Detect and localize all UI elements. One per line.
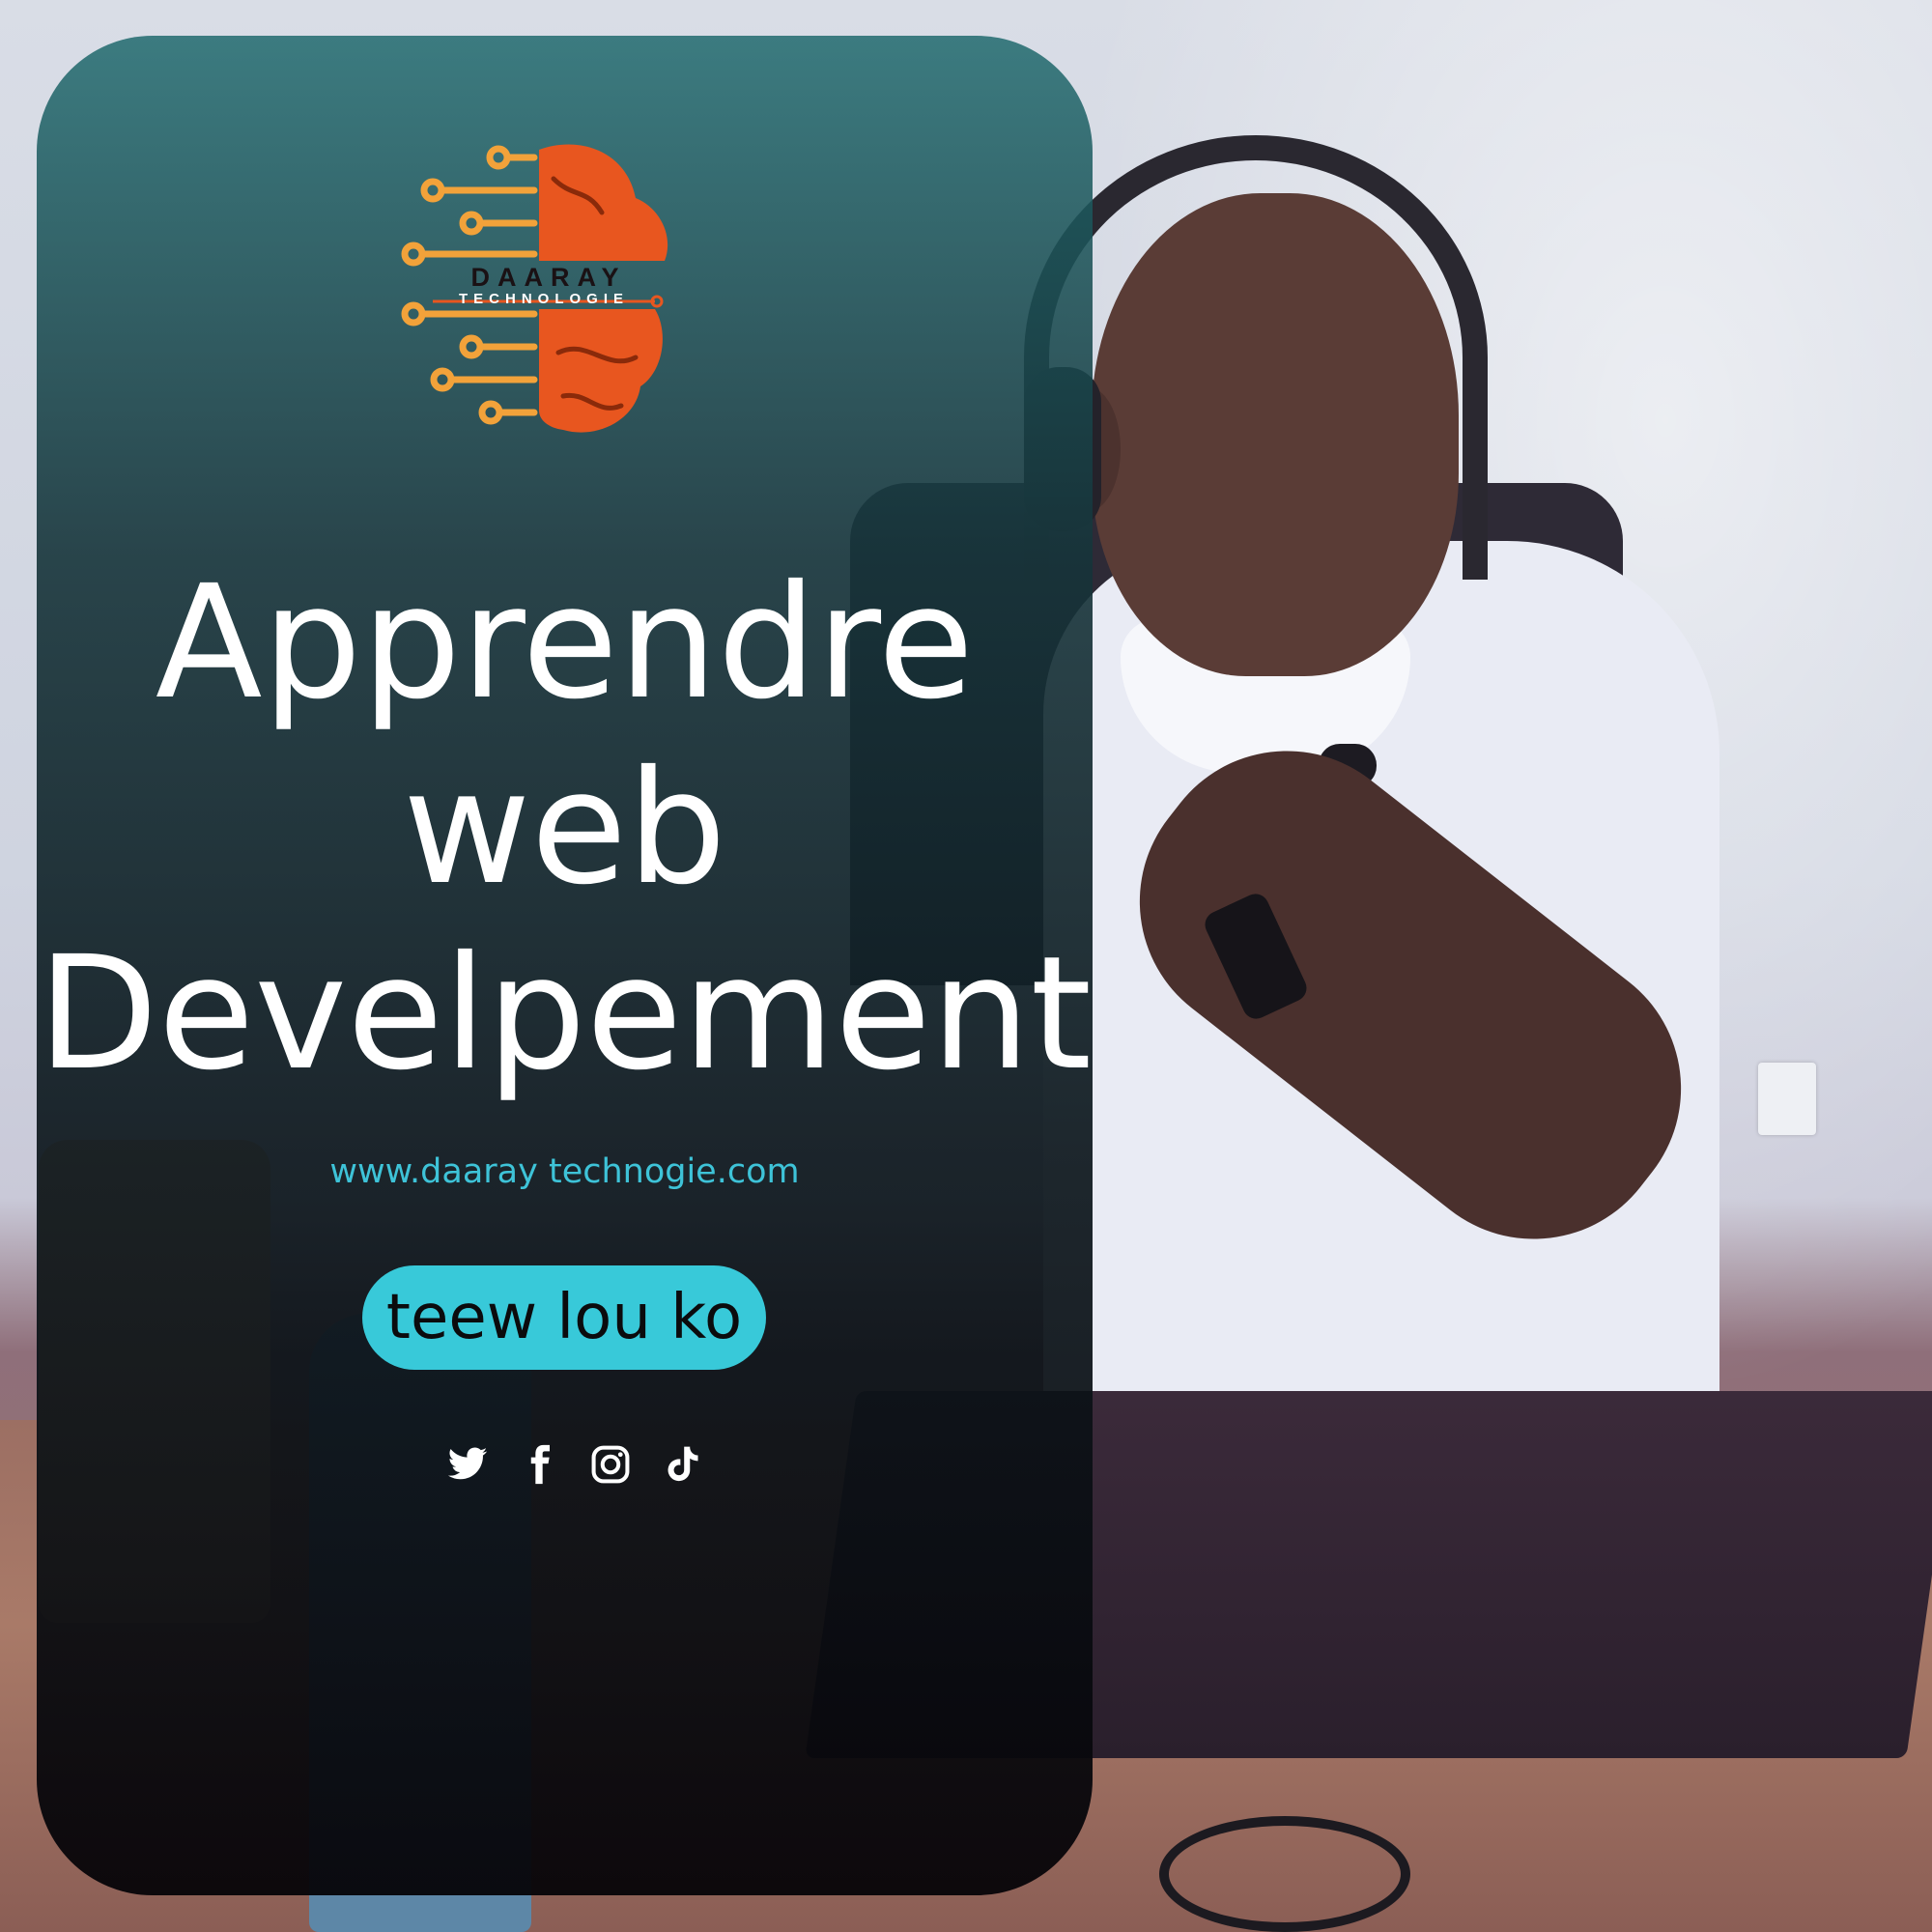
social-links [446,1441,703,1488]
cable [1159,1816,1410,1932]
wall-outlet [1758,1063,1816,1135]
website-link[interactable]: www.daaray technogie.com [37,1152,1093,1191]
instagram-icon[interactable] [589,1443,632,1486]
headline-line-1: Apprendre [155,553,975,734]
headline-line-3: Develpement [37,923,1093,1105]
headline: Apprendre web Develpement [37,551,1093,1107]
cta-button[interactable]: teew lou ko [362,1265,766,1370]
tiktok-icon[interactable] [661,1443,703,1486]
logo-brand-name: DAARAY [470,263,627,292]
facebook-icon[interactable] [518,1443,560,1486]
twitter-icon[interactable] [446,1443,489,1486]
headline-line-2: web [403,738,726,920]
logo-brand-tagline: TECHNOLOGIE [458,291,629,307]
